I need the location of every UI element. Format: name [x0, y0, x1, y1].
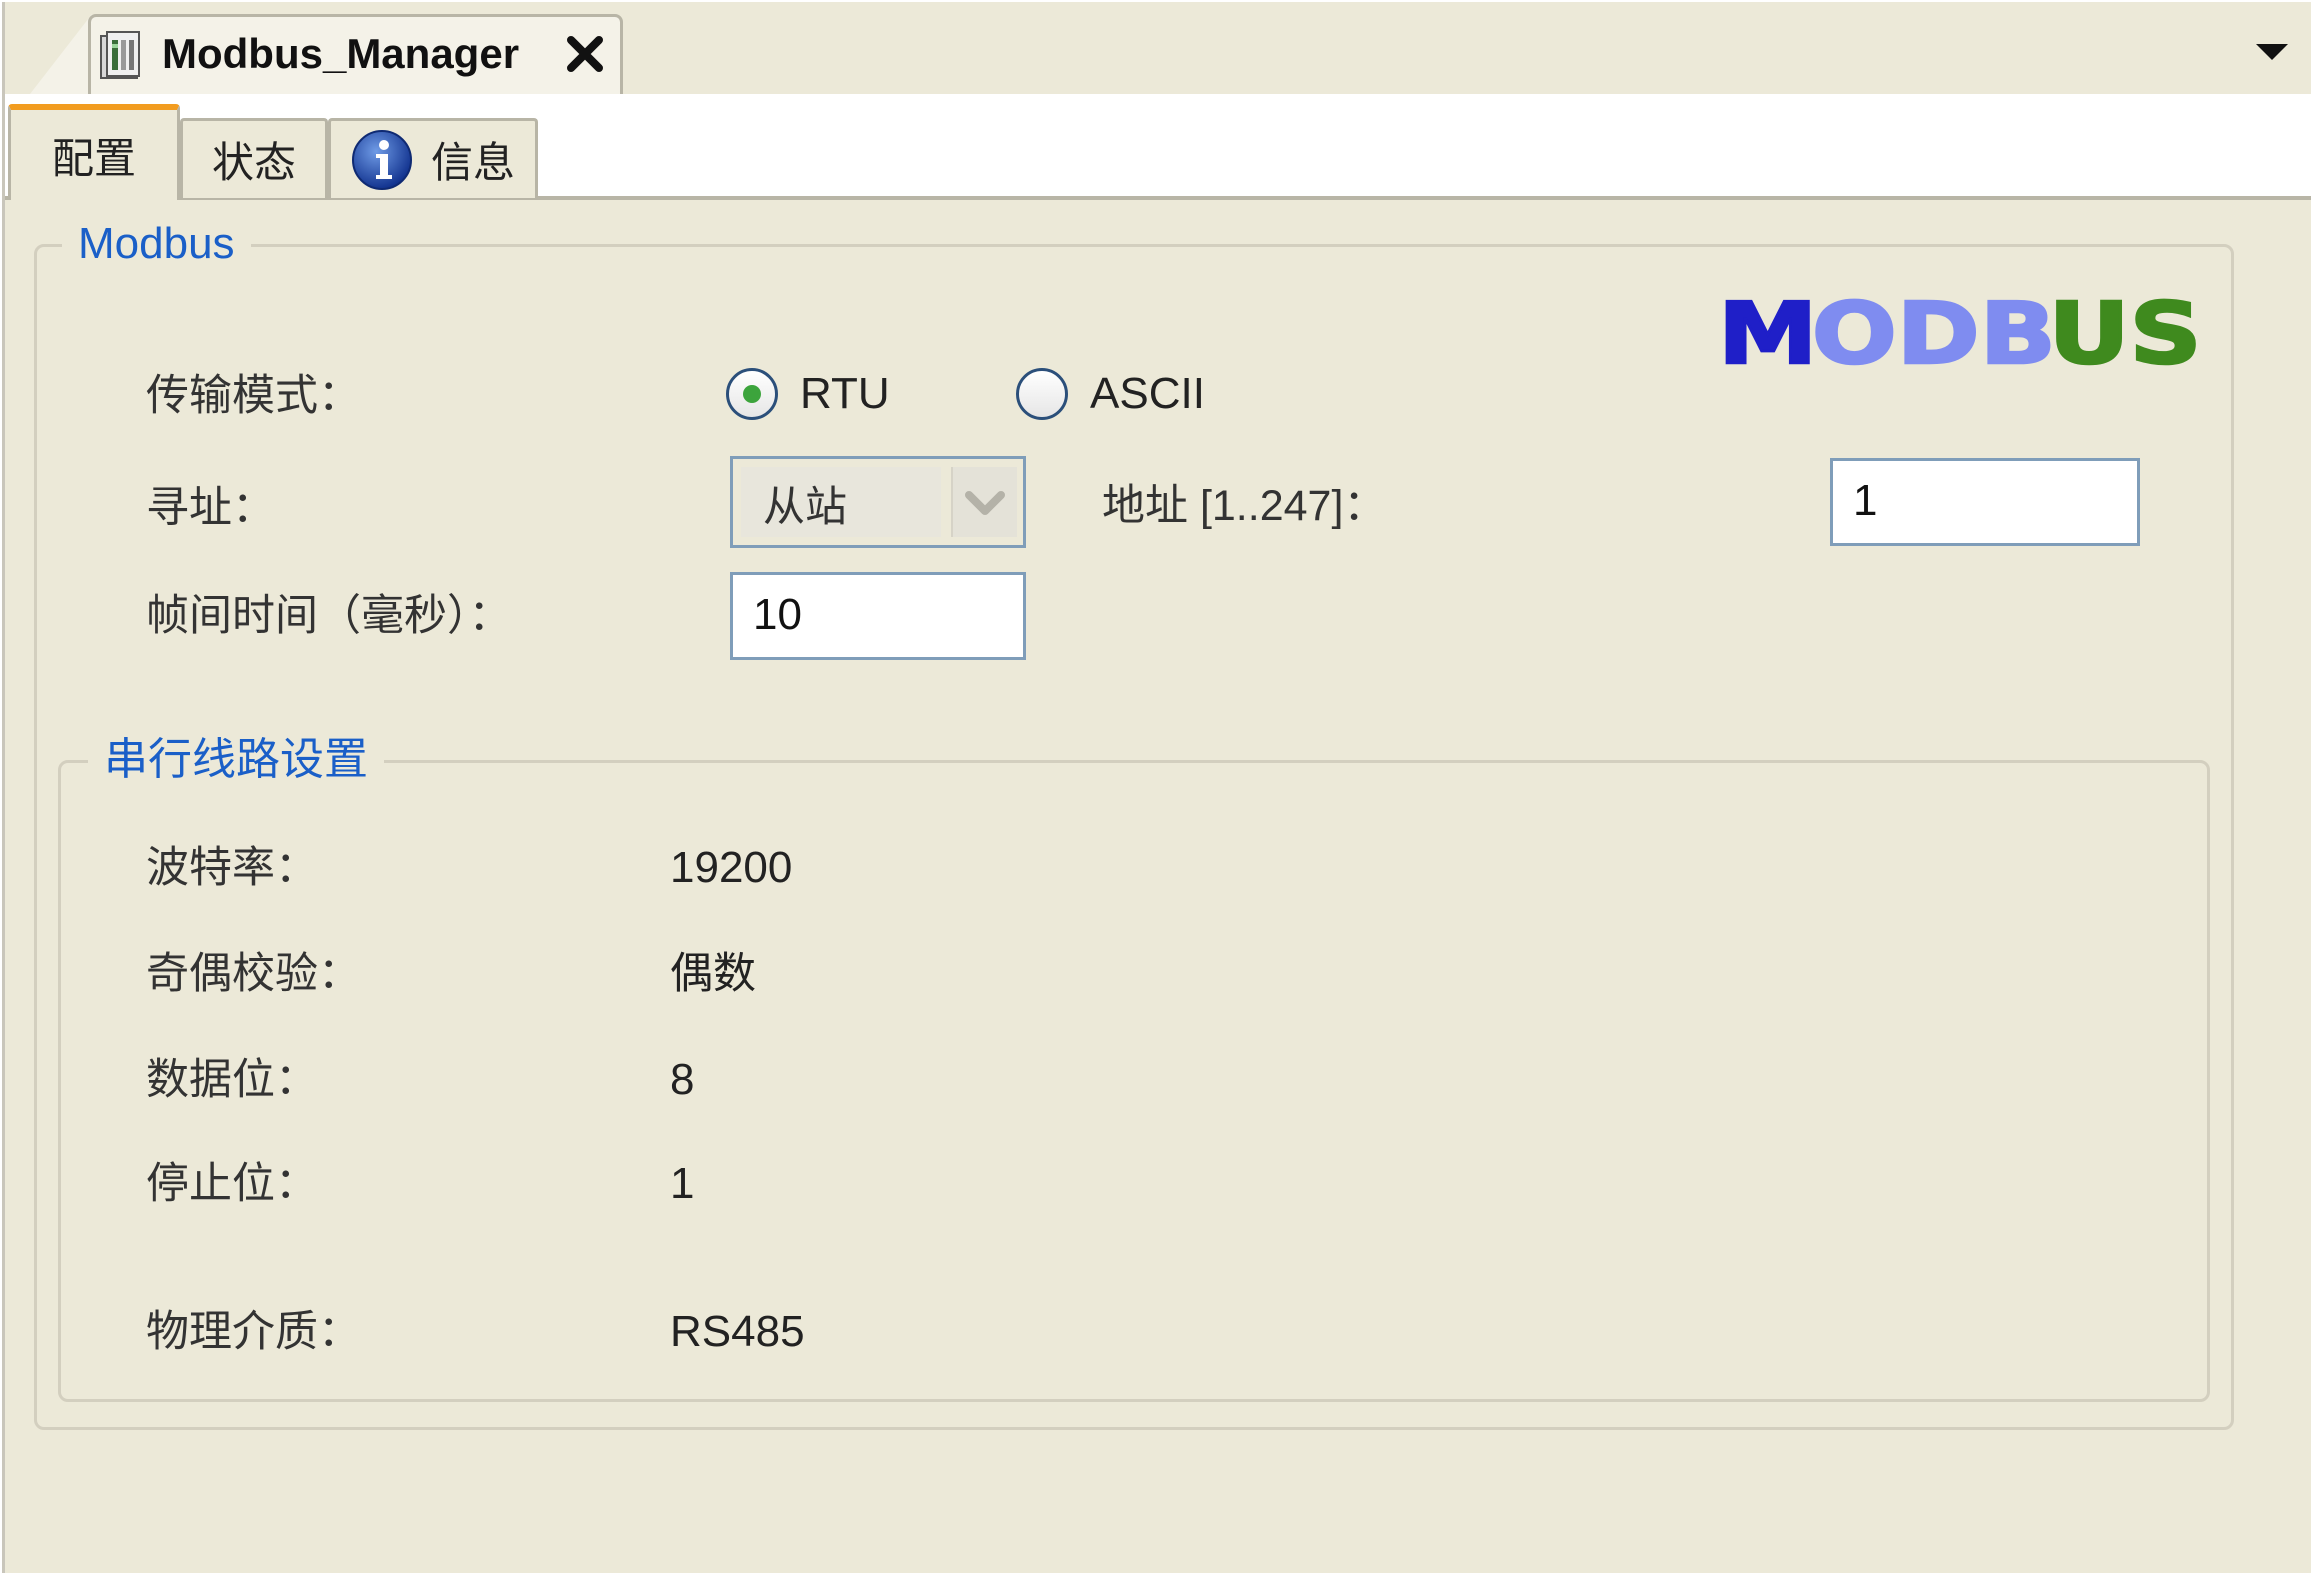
inter-frame-delay-label: 帧间时间（毫秒）： [146, 591, 512, 641]
rtu-radio[interactable] [726, 368, 778, 420]
physical-medium-label: 物理介质： [146, 1307, 361, 1357]
chevron-down-icon [965, 491, 1005, 515]
device-manager-icon [100, 31, 140, 79]
svg-text:ODB: ODB [1812, 296, 2056, 378]
addressing-select-value: 从站 [763, 482, 848, 531]
data-bits-label: 数据位： [146, 1055, 318, 1105]
parity-value: 偶数 [670, 949, 756, 999]
address-label: 地址 [1..247]： [1102, 482, 1387, 530]
parity-label: 奇偶校验： [146, 949, 361, 999]
tab-status-label: 状态 [211, 138, 296, 187]
svg-text:US: US [2048, 296, 2201, 378]
stop-bits-value: 1 [670, 1159, 695, 1208]
tab-config[interactable]: 配置 [8, 104, 180, 200]
tab-info[interactable]: 信息 [328, 118, 538, 198]
radio-selected-dot [743, 385, 761, 403]
baud-rate-label: 波特率： [146, 843, 318, 893]
editor-tab-edge [30, 14, 92, 94]
close-icon[interactable] [563, 32, 607, 76]
addressing-label: 寻址： [146, 483, 275, 533]
tab-config-label: 配置 [51, 133, 136, 183]
addressing-select-button[interactable] [951, 467, 1017, 537]
info-icon [351, 129, 412, 190]
ascii-radio[interactable] [1016, 368, 1068, 420]
address-input[interactable]: 1 [1830, 458, 2140, 546]
baud-rate-value: 19200 [670, 843, 793, 892]
physical-medium-value: RS485 [670, 1307, 805, 1356]
tab-status[interactable]: 状态 [180, 118, 328, 198]
transmission-mode-label: 传输模式： [146, 371, 361, 421]
inter-frame-delay-input[interactable]: 10 [730, 572, 1026, 660]
serial-line-group-title: 串行线路设置 [88, 732, 384, 788]
rtu-radio-label[interactable]: RTU [800, 366, 890, 422]
svg-text:M: M [1718, 296, 1817, 378]
stop-bits-label: 停止位： [146, 1159, 318, 1209]
ascii-radio-label[interactable]: ASCII [1090, 366, 1205, 422]
tab-info-label: 信息 [430, 138, 515, 187]
editor-tab-title: Modbus_Manager [162, 30, 520, 77]
modbus-group-title: Modbus [62, 216, 251, 272]
data-bits-value: 8 [670, 1055, 695, 1104]
triangle-down-icon[interactable] [2252, 38, 2292, 66]
addressing-select-field: 从站 [741, 467, 941, 537]
modbus-logo: M ODB US [1718, 296, 2203, 378]
addressing-select[interactable]: 从站 [730, 456, 1026, 548]
serial-line-groupbox [58, 760, 2210, 1402]
